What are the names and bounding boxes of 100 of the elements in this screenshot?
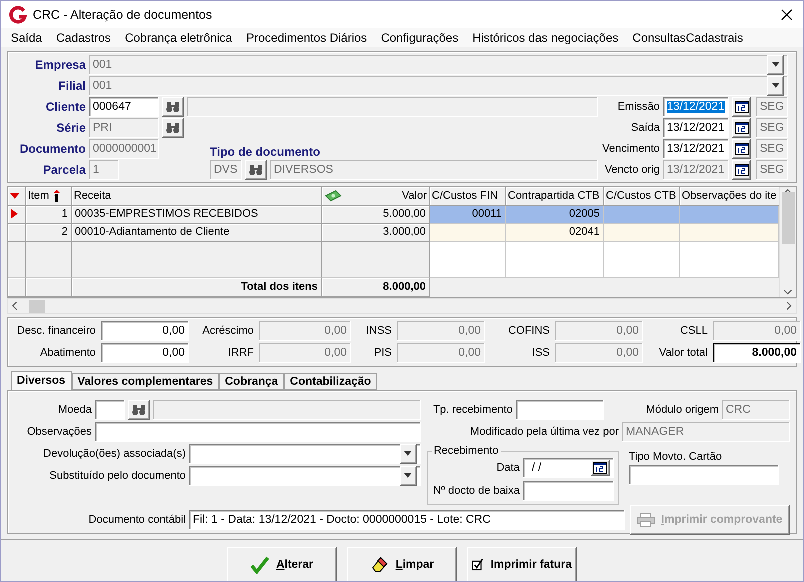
horizontal-scrollbar[interactable]: [7, 298, 797, 314]
action-button[interactable]: Limpar: [347, 546, 457, 581]
row-header-cell[interactable]: [8, 206, 26, 224]
input-field[interactable]: [153, 400, 421, 420]
binoculars-icon: [132, 404, 146, 416]
scroll-thumb[interactable]: [29, 300, 45, 312]
field-label: INSS: [365, 325, 392, 337]
table-cell: 00035-EMPRESTIMOS RECEBIDOS: [72, 206, 322, 224]
input-field[interactable]: [95, 422, 421, 442]
date-field[interactable]: / /: [522, 458, 614, 478]
calendar-icon: [734, 122, 748, 134]
tab[interactable]: Contabilização: [284, 373, 378, 390]
menu-item[interactable]: Cobrança eletrônica: [118, 30, 240, 44]
search-button[interactable]: [245, 160, 267, 180]
calendar-icon: [734, 100, 748, 112]
column-header[interactable]: Receita: [72, 187, 322, 206]
scroll-thumb[interactable]: [782, 192, 794, 244]
section-label: Tipo de documento: [210, 144, 320, 158]
field-label: Acréscimo: [202, 325, 254, 337]
input-field[interactable]: DIVERSOS: [270, 160, 598, 180]
field-label: Vencimento: [602, 142, 660, 154]
date-field[interactable]: 13/12/2021: [663, 138, 729, 158]
combo-box[interactable]: [189, 444, 421, 464]
input-field[interactable]: [522, 480, 614, 500]
table-cell: 2: [26, 224, 72, 242]
amount-field[interactable]: 0,00: [101, 321, 189, 341]
column-header[interactable]: C/Custos CTB: [604, 187, 680, 206]
menu-item[interactable]: Saída: [4, 30, 50, 44]
table-cell: 00010-Adiantamento de Cliente: [72, 224, 322, 242]
field-label: PIS: [373, 347, 392, 359]
calendar-icon: [593, 462, 608, 474]
chevron-right-icon[interactable]: [787, 302, 792, 310]
action-button[interactable]: Imprimir fatura: [467, 546, 577, 581]
field-label: Nº docto de baixa: [432, 484, 520, 496]
total-label: Total dos itens: [72, 278, 322, 298]
column-header[interactable]: Observações do ite: [680, 187, 780, 206]
menu-item[interactable]: ConsultasCadastrais: [626, 30, 750, 44]
calendar-button[interactable]: [732, 160, 751, 180]
input-field[interactable]: DVS: [210, 160, 242, 180]
tab[interactable]: Cobrança: [219, 373, 284, 390]
amount-field[interactable]: 0,00: [101, 343, 189, 363]
column-header[interactable]: Contrapartida CTB: [506, 187, 604, 206]
input-field[interactable]: CRC: [722, 400, 790, 420]
search-button[interactable]: [128, 400, 150, 420]
calendar-button[interactable]: [732, 118, 751, 138]
dropdown-button[interactable]: [400, 444, 417, 464]
row-pointer-icon: [11, 209, 18, 220]
dropdown-arrow-icon: [772, 83, 780, 88]
input-field[interactable]: MANAGER: [622, 422, 790, 442]
binoculars-icon: [166, 122, 180, 134]
field-label: Tp. recebimento: [432, 404, 513, 416]
column-header[interactable]: Valor: [322, 187, 430, 206]
search-button[interactable]: [162, 96, 184, 116]
field-label: Empresa: [34, 58, 86, 72]
tab[interactable]: Diversos: [11, 371, 72, 390]
field-label: Série: [56, 120, 86, 134]
field-label: Observações: [26, 426, 92, 438]
search-button[interactable]: [162, 118, 184, 138]
row-header-cell[interactable]: [8, 224, 26, 242]
menu-item[interactable]: Históricos das negociações: [466, 30, 626, 44]
weekday-field: SEG: [756, 138, 788, 158]
amount-field[interactable]: 8.000,00: [713, 343, 801, 363]
input-field[interactable]: [95, 400, 125, 420]
close-icon[interactable]: [781, 8, 793, 20]
menu-item[interactable]: Cadastros: [49, 30, 118, 44]
tab[interactable]: Valores complementares: [72, 373, 220, 390]
table-cell: 1: [26, 206, 72, 224]
field-label: CSLL: [679, 325, 708, 337]
calendar-button[interactable]: [590, 460, 610, 476]
group-title: Recebimento: [432, 445, 500, 457]
field-label: Cliente: [44, 100, 86, 114]
menu-item[interactable]: Procedimentos Diários: [239, 30, 374, 44]
field-label: Documento: [19, 142, 86, 156]
calendar-icon: [734, 164, 748, 176]
dropdown-button[interactable]: [400, 466, 417, 486]
input-field[interactable]: [628, 465, 779, 485]
column-header[interactable]: C/Custos FIN: [430, 187, 506, 206]
input-field[interactable]: [516, 400, 604, 420]
action-button[interactable]: Alterar: [227, 546, 337, 581]
menu-arrow-icon[interactable]: [10, 192, 20, 199]
input-field[interactable]: 000647: [89, 96, 159, 116]
input-field[interactable]: Fil: 1 - Data: 13/12/2021 - Docto: 0000000015 - Lote: CRC: [189, 510, 625, 530]
app-logo-icon: [9, 6, 27, 24]
calendar-button[interactable]: [732, 96, 751, 116]
field-label: Substituído pelo documento: [48, 470, 186, 482]
binoculars-icon: [249, 164, 263, 176]
combo-box[interactable]: [189, 466, 421, 486]
column-header[interactable]: Item: [26, 187, 72, 206]
chevron-down-icon[interactable]: [784, 290, 792, 295]
input-field[interactable]: [187, 96, 598, 116]
calendar-button[interactable]: [732, 138, 751, 158]
vertical-scrollbar[interactable]: [779, 187, 796, 297]
table-cell: 5.000,00: [322, 206, 430, 224]
date-field[interactable]: 13/12/2021: [663, 118, 729, 138]
field-label: Desc. financeiro: [16, 325, 96, 337]
date-field[interactable]: 13/12/2021: [663, 96, 729, 116]
field-label: Abatimento: [39, 347, 96, 359]
menu-item[interactable]: Configurações: [374, 30, 466, 44]
chevron-left-icon[interactable]: [12, 302, 17, 310]
field-label: COFINS: [507, 325, 550, 337]
